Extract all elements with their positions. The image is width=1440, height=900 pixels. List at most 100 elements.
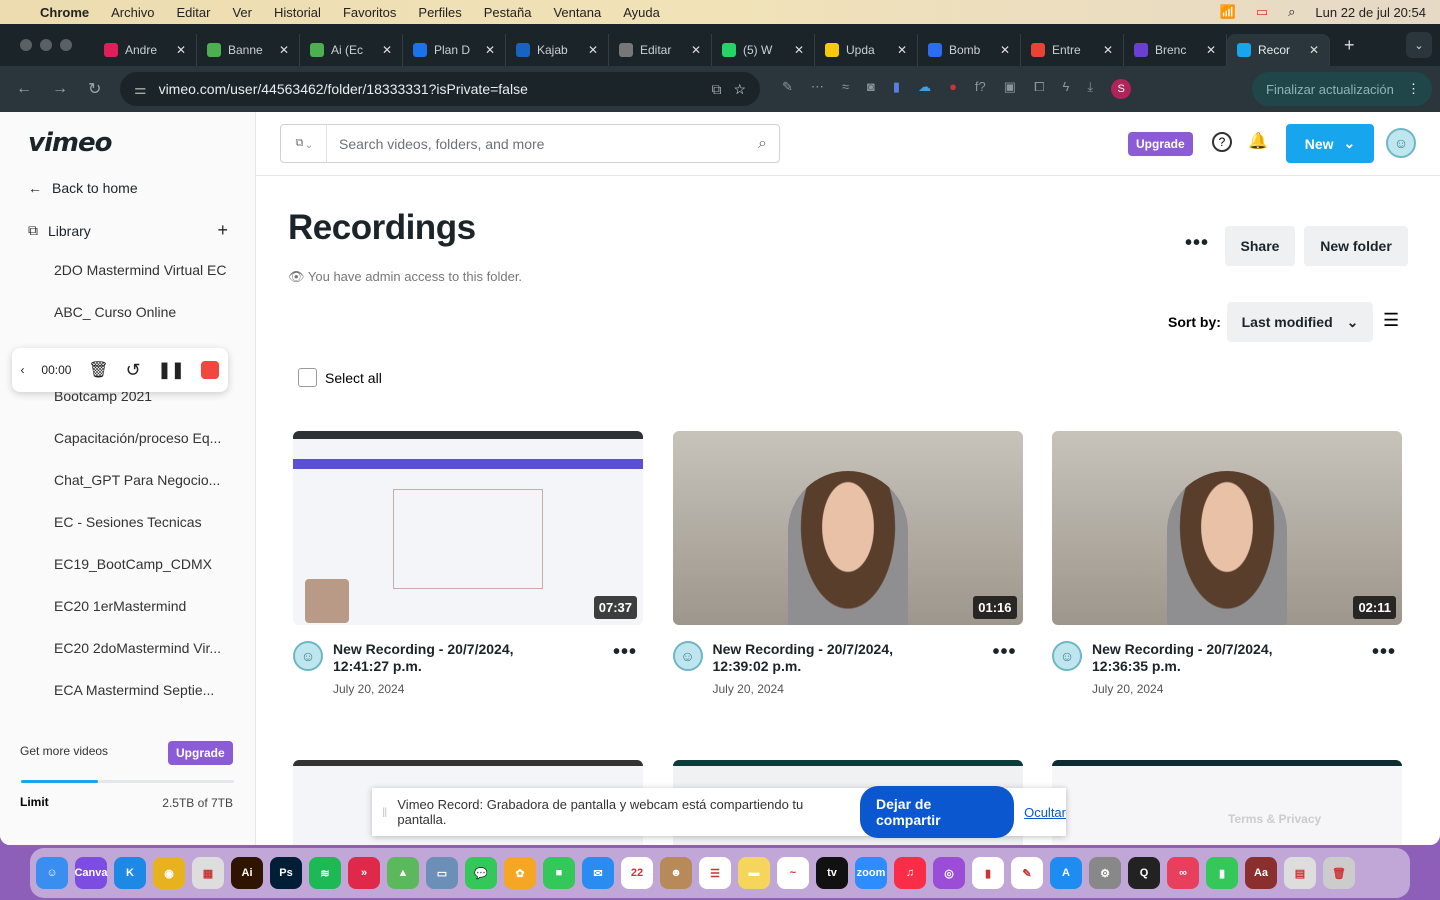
stop-sharing-button[interactable]: Dejar de compartir — [860, 786, 1015, 838]
video-thumbnail[interactable] — [1052, 760, 1402, 845]
menu-item[interactable]: Historial — [274, 5, 321, 20]
browser-tab[interactable]: Editar ✕ — [609, 34, 712, 66]
video-thumbnail[interactable]: 07:37 — [293, 431, 643, 625]
list-view-icon[interactable]: ☰ — [1383, 310, 1399, 331]
window-controls[interactable] — [20, 39, 72, 51]
close-tab-icon[interactable]: ✕ — [1000, 43, 1010, 57]
extension-icon[interactable]: ≈ — [842, 79, 849, 99]
close-tab-icon[interactable]: ✕ — [382, 43, 392, 57]
sidebar-folder-item[interactable]: 2DO Mastermind Virtual EC — [54, 262, 226, 278]
dock-zoom-icon[interactable]: zoom — [855, 857, 887, 889]
video-thumbnail[interactable]: 01:16 — [672, 431, 1023, 625]
profile-avatar[interactable]: S — [1111, 79, 1132, 99]
finish-update-button[interactable]: Finalizar actualización ⋮ — [1252, 72, 1432, 106]
dock-music-icon[interactable]: ♫ — [894, 857, 926, 889]
back-to-home-link[interactable]: ← Back to home — [28, 180, 138, 196]
video-card[interactable]: 02:11 ☺ New Recording - 20/7/2024, 12:36:3… — [1052, 431, 1402, 696]
camera-icon[interactable]: ◙ — [867, 79, 875, 99]
notification-bell-icon[interactable]: 🔔 — [1248, 131, 1268, 151]
close-tab-icon[interactable]: ✕ — [485, 43, 495, 57]
dock-quicktime-icon[interactable]: Q — [1128, 857, 1160, 889]
library-link[interactable]: ⧉ Library + — [28, 220, 228, 241]
folder-more-options-icon[interactable]: ••• — [1185, 232, 1209, 255]
header-upgrade-button[interactable]: Upgrade — [1128, 132, 1193, 156]
eyedropper-icon[interactable]: ✎ — [782, 79, 793, 99]
close-tab-icon[interactable]: ✕ — [897, 43, 907, 57]
close-tab-icon[interactable]: ✕ — [794, 43, 804, 57]
back-icon[interactable]: ← — [16, 80, 36, 98]
reload-icon[interactable]: ↻ — [88, 79, 108, 99]
dock-keynote-icon[interactable]: K — [114, 857, 146, 889]
select-all-checkbox[interactable]: Select all — [298, 368, 382, 387]
dock-mail-icon[interactable]: ✉ — [582, 857, 614, 889]
menu-item[interactable]: Perfiles — [418, 5, 461, 20]
dock-dictionary-icon[interactable]: Aa — [1245, 857, 1277, 889]
dock-notes-icon[interactable]: ▬ — [738, 857, 770, 889]
add-folder-icon[interactable]: + — [217, 220, 228, 241]
terms-privacy-link[interactable]: Terms & Privacy — [1228, 812, 1321, 826]
pause-icon[interactable]: ❚❚ — [158, 360, 185, 380]
drag-handle-icon[interactable]: ‖ — [382, 805, 387, 820]
wifi-icon[interactable]: 📶 — [1220, 4, 1236, 20]
download-icon[interactable]: ⤓ — [1087, 79, 1093, 99]
new-folder-button[interactable]: New folder — [1304, 226, 1408, 266]
forward-icon[interactable]: → — [52, 80, 72, 98]
video-more-options-icon[interactable]: ••• — [613, 641, 637, 664]
dock-trash-icon[interactable]: 🗑 — [1323, 857, 1355, 889]
close-tab-icon[interactable]: ✕ — [588, 43, 598, 57]
sidebar-folder-item[interactable]: ABC_ Curso Online — [54, 304, 176, 320]
user-avatar[interactable]: ☺ — [1386, 128, 1416, 158]
menu-app-name[interactable]: Chrome — [40, 5, 89, 20]
sidebar-folder-item[interactable]: Capacitación/proceso Eq... — [54, 430, 221, 446]
site-settings-icon[interactable]: ⚌ — [134, 81, 147, 98]
menu-item[interactable]: Ventana — [553, 5, 601, 20]
dock-finder-icon[interactable]: ☺ — [36, 857, 68, 889]
dock-photoshop-icon[interactable]: Ps — [270, 857, 302, 889]
dock-reminders-icon[interactable]: ☰ — [699, 857, 731, 889]
tab-search-chevron-icon[interactable]: ⌄ — [1406, 32, 1432, 58]
battery-icon[interactable]: ▭ — [1256, 4, 1268, 20]
dock-facetime-icon[interactable]: ■ — [543, 857, 575, 889]
browser-tab[interactable]: Bomb ✕ — [918, 34, 1021, 66]
sidebar-folder-item[interactable]: ECA Mastermind Septie... — [54, 682, 214, 698]
dock-system-settings-icon[interactable]: ⚙ — [1089, 857, 1121, 889]
dock-calendar-icon[interactable]: 22 — [621, 857, 653, 889]
clock[interactable]: Lun 22 de jul 20:54 — [1315, 5, 1426, 20]
dock-downloads-icon[interactable]: ▤ — [1284, 857, 1316, 889]
video-title[interactable]: New Recording - 20/7/2024, 12:36:35 p.m. — [1092, 641, 1292, 675]
translate-icon[interactable]: ⧉ — [711, 81, 721, 98]
sidebar-folder-item[interactable]: Chat_GPT Para Negocio... — [54, 472, 220, 488]
video-card[interactable]: 07:37 ☺ New Recording - 20/7/2024, 12:41:2… — [293, 431, 643, 696]
restart-icon[interactable]: ↺ — [126, 360, 141, 381]
bookmark-icon[interactable]: ▮ — [893, 79, 900, 99]
hide-notice-link[interactable]: Ocultar — [1024, 805, 1066, 820]
dock-canva-icon[interactable]: Canva — [74, 857, 108, 889]
close-tab-icon[interactable]: ✕ — [1103, 43, 1113, 57]
sidebar-folder-item[interactable]: EC19_BootCamp_CDMX — [54, 556, 212, 572]
search-bar[interactable]: ⧉ ⌄ Search videos, folders, and more ⌕ — [280, 124, 780, 163]
dock-freeform-icon[interactable]: ~ — [777, 857, 809, 889]
browser-tab[interactable]: Recor ✕ — [1227, 34, 1330, 66]
library-filter-dropdown[interactable]: ⧉ ⌄ — [281, 125, 327, 162]
dock-creative-cloud-icon[interactable]: ∞ — [1167, 857, 1199, 889]
dock-find-my-icon[interactable]: ▮ — [1206, 857, 1238, 889]
menu-item[interactable]: Ayuda — [623, 5, 660, 20]
dock-spotify-icon[interactable]: ≋ — [309, 857, 341, 889]
close-tab-icon[interactable]: ✕ — [1206, 43, 1216, 57]
help-icon[interactable]: ? — [1212, 132, 1232, 152]
menu-item[interactable]: Ver — [232, 5, 252, 20]
menu-item[interactable]: Archivo — [111, 5, 154, 20]
sidebar-folder-item[interactable]: EC - Sesiones Tecnicas — [54, 514, 202, 530]
sidebar-folder-item[interactable]: EC20 1erMastermind — [54, 598, 186, 614]
browser-tab[interactable]: Ai (Ec ✕ — [300, 34, 403, 66]
dock-chrome-icon[interactable]: ◉ — [153, 857, 185, 889]
puzzle-icon[interactable]: ⧠ — [1034, 79, 1044, 99]
close-tab-icon[interactable]: ✕ — [1309, 43, 1319, 57]
vimeo-logo[interactable]: vimeo — [28, 128, 112, 158]
browser-tab[interactable]: Banne ✕ — [197, 34, 300, 66]
video-title[interactable]: New Recording - 20/7/2024, 12:41:27 p.m. — [333, 641, 533, 675]
video-more-options-icon[interactable]: ••• — [992, 641, 1016, 664]
lightning-icon[interactable]: ϟ — [1062, 79, 1069, 99]
browser-tab[interactable]: Plan D ✕ — [403, 34, 506, 66]
cloud-icon[interactable]: ☁ — [918, 79, 931, 99]
